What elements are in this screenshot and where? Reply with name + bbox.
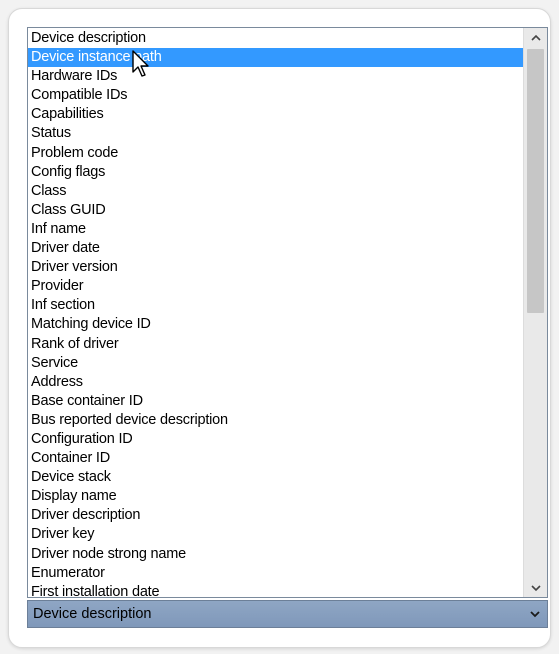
combobox-value: Device description bbox=[33, 606, 152, 622]
list-item[interactable]: Driver date bbox=[28, 239, 523, 258]
list-item[interactable]: Config flags bbox=[28, 163, 523, 182]
list-item[interactable]: Provider bbox=[28, 277, 523, 296]
property-listbox[interactable]: Device description Device instance path Ha… bbox=[27, 27, 548, 598]
list-item[interactable]: Compatible IDs bbox=[28, 86, 523, 105]
list-item[interactable]: Device stack bbox=[28, 468, 523, 487]
list-item[interactable]: Hardware IDs bbox=[28, 67, 523, 86]
list-item[interactable]: Status bbox=[28, 124, 523, 143]
chevron-down-icon[interactable] bbox=[529, 609, 541, 619]
list-item[interactable]: Driver key bbox=[28, 525, 523, 544]
list-item[interactable]: Driver version bbox=[28, 258, 523, 277]
list-item[interactable]: Driver node strong name bbox=[28, 545, 523, 564]
list-item[interactable]: Device description bbox=[28, 29, 523, 48]
list-item[interactable]: Class GUID bbox=[28, 201, 523, 220]
list-item[interactable]: Problem code bbox=[28, 144, 523, 163]
chevron-up-icon bbox=[530, 34, 541, 41]
scrollbar-thumb[interactable] bbox=[527, 49, 544, 313]
list-item[interactable]: Configuration ID bbox=[28, 430, 523, 449]
mouse-pointer-icon bbox=[132, 50, 149, 77]
list-item[interactable]: Matching device ID bbox=[28, 315, 523, 334]
scroll-up-button[interactable] bbox=[524, 28, 547, 46]
chevron-down-icon bbox=[530, 584, 541, 591]
list-item[interactable]: Class bbox=[28, 182, 523, 201]
property-combobox[interactable]: Device description bbox=[27, 600, 548, 628]
property-list-items: Device description Device instance path Ha… bbox=[28, 29, 523, 597]
scroll-down-button[interactable] bbox=[524, 579, 547, 597]
list-item[interactable]: Driver description bbox=[28, 506, 523, 525]
list-item[interactable]: Service bbox=[28, 354, 523, 373]
list-item[interactable]: Bus reported device description bbox=[28, 411, 523, 430]
vertical-scrollbar[interactable] bbox=[523, 28, 547, 597]
list-item[interactable]: Address bbox=[28, 373, 523, 392]
list-item[interactable]: Base container ID bbox=[28, 392, 523, 411]
list-item[interactable]: Inf name bbox=[28, 220, 523, 239]
list-item[interactable]: Display name bbox=[28, 487, 523, 506]
list-item[interactable]: Inf section bbox=[28, 296, 523, 315]
list-item[interactable]: Capabilities bbox=[28, 105, 523, 124]
list-item[interactable]: Container ID bbox=[28, 449, 523, 468]
list-item[interactable]: Device instance path bbox=[28, 48, 523, 68]
list-item[interactable]: First installation date bbox=[28, 583, 523, 597]
list-item[interactable]: Enumerator bbox=[28, 564, 523, 583]
list-item[interactable]: Rank of driver bbox=[28, 335, 523, 354]
